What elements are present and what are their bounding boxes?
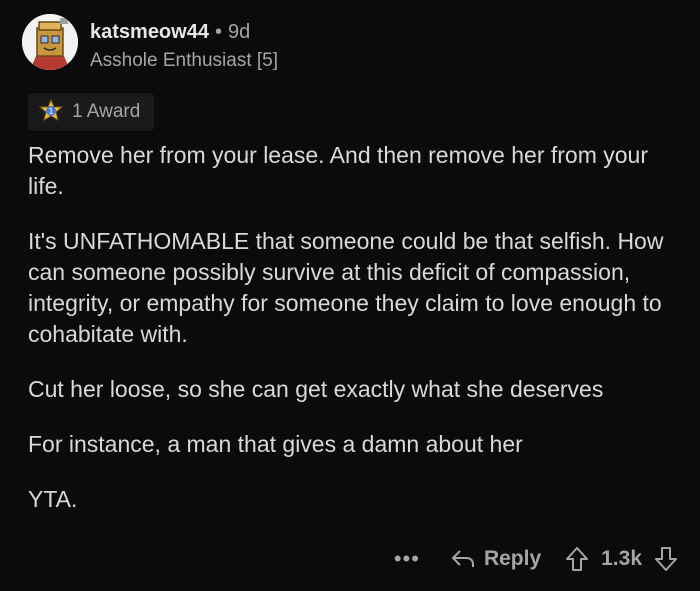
user-flair: Asshole Enthusiast [5]	[90, 50, 278, 71]
comment-paragraph: Cut her loose, so she can get exactly wh…	[28, 376, 604, 402]
reply-button[interactable]: Reply	[450, 547, 541, 571]
avatar[interactable]	[22, 14, 78, 70]
upvote-icon[interactable]	[565, 546, 589, 572]
comment-paragraph: It's UNFATHOMABLE that someone could be …	[28, 228, 664, 347]
award-icon: 1	[38, 99, 64, 122]
more-options-button[interactable]: •••	[394, 548, 420, 570]
comment-header: katsmeow44 • 9d Asshole Enthusiast [5]	[22, 14, 278, 72]
reply-label: Reply	[483, 547, 542, 570]
comment-paragraph: Remove her from your lease. And then rem…	[28, 142, 649, 199]
comment-actions: ••• Reply 1.3k	[394, 542, 678, 576]
comment-paragraph: YTA.	[28, 486, 78, 512]
award-label: 1 Award	[72, 101, 141, 122]
vote-score: 1.3k	[601, 547, 642, 570]
username-link[interactable]: katsmeow44	[90, 21, 209, 43]
comment-age: 9d	[227, 21, 251, 43]
meta-separator: •	[214, 21, 222, 43]
comment-body: Remove her from your lease. And then rem…	[28, 140, 688, 539]
reply-arrow-icon	[451, 550, 474, 567]
svg-text:1: 1	[48, 107, 53, 116]
downvote-icon[interactable]	[654, 546, 678, 572]
avatar-icon	[22, 14, 78, 70]
award-badge[interactable]: 1 1 Award	[28, 93, 155, 131]
comment-paragraph: For instance, a man that gives a damn ab…	[28, 431, 523, 457]
vote-controls: 1.3k	[565, 546, 678, 572]
